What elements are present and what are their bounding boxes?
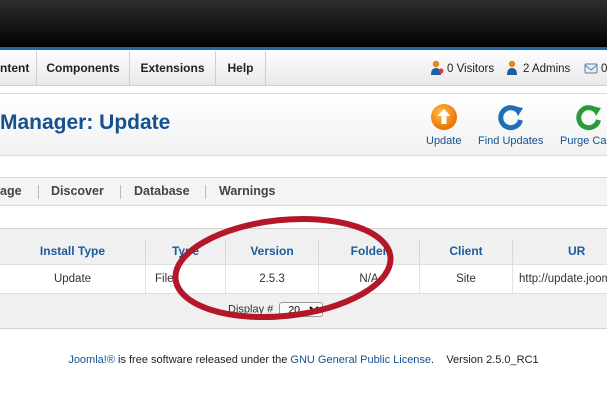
column-header-version[interactable]: Version <box>226 239 319 263</box>
tab-discover[interactable]: Discover <box>51 178 104 205</box>
page-title: Manager: Update <box>0 111 171 134</box>
cell-client: Site <box>420 265 513 293</box>
cell-folder: N/A <box>319 265 420 293</box>
updates-table: Install Type Type Version Folder Client … <box>0 228 607 329</box>
refresh-icon <box>498 105 523 131</box>
main-menu-bar: ntent Components Extensions Help 0 Visit… <box>0 51 607 86</box>
menu-item-extensions[interactable]: Extensions <box>130 51 216 85</box>
tab-separator <box>205 185 206 199</box>
column-header-type[interactable]: Type <box>146 239 226 263</box>
messages-icon <box>584 63 598 74</box>
column-header-url[interactable]: UR <box>513 239 607 263</box>
submenu-tabs: age Discover Database Warnings <box>0 177 607 206</box>
column-header-client[interactable]: Client <box>420 239 513 263</box>
tab-separator <box>120 185 121 199</box>
column-header-folder[interactable]: Folder <box>319 239 420 263</box>
menu-item-content[interactable]: ntent <box>0 51 37 85</box>
footer: Joomla!® is free software released under… <box>0 354 607 366</box>
cell-install-type: Update <box>0 265 146 293</box>
toolbar-purge-cache-label: Purge Cac <box>560 135 607 147</box>
footer-text: is free software released under the <box>114 354 291 366</box>
admins-user-icon <box>507 60 517 75</box>
tab-database[interactable]: Database <box>134 178 190 205</box>
messages-status[interactable]: 0 <box>584 51 607 85</box>
visitors-status[interactable]: 0 Visitors <box>430 51 494 85</box>
tab-manage[interactable]: age <box>0 178 22 205</box>
page-header: Manager: Update Update Find Updates Purg… <box>0 93 607 156</box>
display-limit-label: Display # <box>228 303 274 316</box>
banner-accent-line <box>0 47 607 50</box>
joomla-link[interactable]: Joomla!® <box>68 354 115 366</box>
toolbar-update-button[interactable]: Update <box>426 102 461 147</box>
tab-warnings[interactable]: Warnings <box>219 178 275 205</box>
menu-item-components[interactable]: Components <box>37 51 130 85</box>
visitors-user-icon <box>431 60 444 75</box>
toolbar-find-updates-button[interactable]: Find Updates <box>478 102 543 147</box>
cell-version: 2.5.3 <box>226 265 319 293</box>
gpl-license-link[interactable]: GNU General Public License <box>290 354 431 366</box>
pagination-display: Display # 20 <box>228 302 324 317</box>
tab-separator <box>38 185 39 199</box>
toolbar-update-label: Update <box>426 135 462 147</box>
update-icon <box>430 104 457 130</box>
top-banner <box>0 0 607 50</box>
cell-url: http://update.jooml <box>519 273 607 285</box>
refresh-icon <box>576 105 601 131</box>
version-text: . Version 2.5.0_RC1 <box>431 354 539 366</box>
toolbar-find-updates-label: Find Updates <box>478 135 544 147</box>
toolbar-purge-cache-button[interactable]: Purge Cac <box>560 102 607 147</box>
display-limit-select[interactable]: 20 <box>279 302 324 317</box>
table-row[interactable]: Update File 2.5.3 N/A Site http://update… <box>0 264 607 294</box>
cell-type: File <box>146 265 226 293</box>
admins-status[interactable]: 2 Admins <box>506 51 570 85</box>
menu-item-help[interactable]: Help <box>216 51 266 85</box>
column-header-install-type[interactable]: Install Type <box>0 239 146 263</box>
